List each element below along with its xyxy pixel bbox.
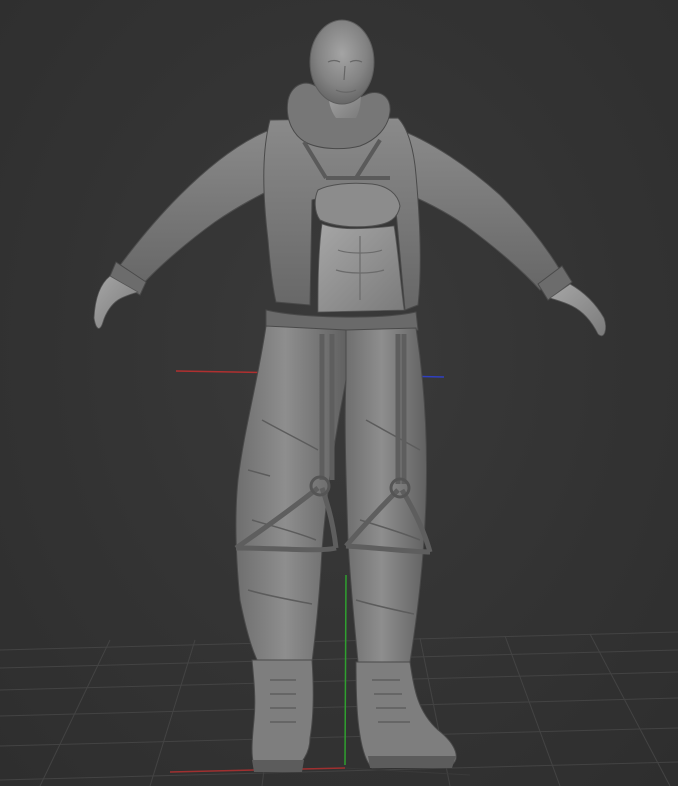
viewport-scene[interactable] [0,0,678,786]
crop-top [314,182,401,228]
left-sole [252,760,304,772]
3d-viewport[interactable] [0,0,678,786]
head [309,19,375,105]
right-hand [549,283,606,337]
ground-grid [0,631,678,786]
right-sole [368,756,456,768]
left-pant-leg [235,325,347,663]
abdomen [317,223,405,313]
left-boot [251,659,314,771]
left-sleeve [117,127,281,286]
y-axis-line [344,574,347,766]
right-pant-leg [344,327,427,663]
